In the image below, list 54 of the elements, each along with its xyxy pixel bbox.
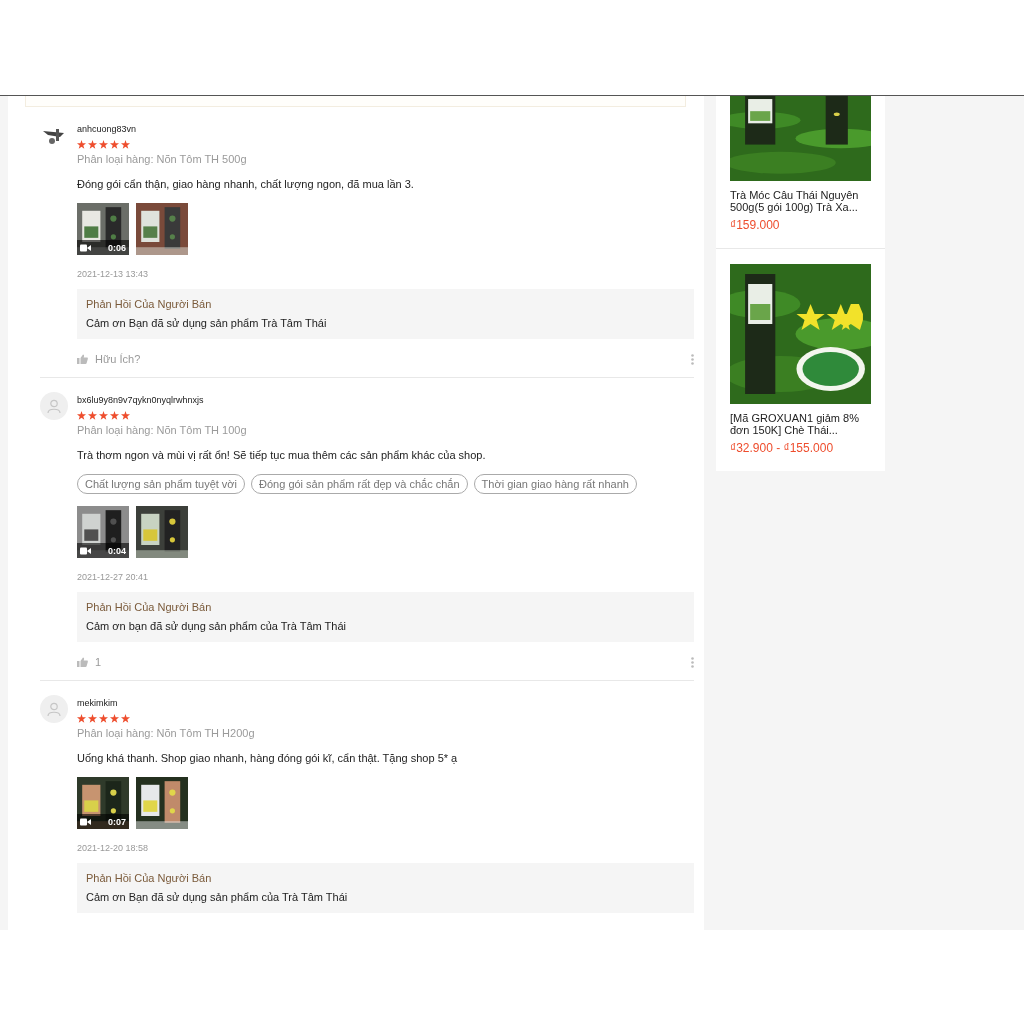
reply-title: Phản Hồi Của Người Bán (86, 298, 213, 310)
avatar-icon (40, 695, 68, 723)
product-title: [Mã GROXUAN1 giảm 8% đơn 150K] Chè Thái... (730, 412, 860, 436)
star-icon (99, 140, 108, 149)
review-tag: Chất lượng sản phẩm tuyệt vời (77, 474, 246, 494)
star-icon (110, 714, 119, 723)
star-icon (88, 714, 97, 723)
thumbs-up-icon (77, 657, 88, 667)
reply-text: Cảm ơn bạn đã sử dụng sản phẩm của Trà Tâm Thái (86, 620, 347, 632)
video-camera-icon (80, 817, 91, 826)
reply-title: Phản Hồi Của Người Bán (86, 872, 213, 884)
star-icon (77, 411, 86, 420)
product-price: ₫159.000 (730, 218, 781, 232)
review-text: Trà thơm ngon và mùi vị rất ổn! Sẽ tiếp tục mua thêm các sản phẩm khác của shop. (77, 449, 487, 462)
more-icon[interactable] (691, 656, 694, 668)
product-title: Trà Móc Câu Thái Nguyên 500g(5 gói 100g) Trà Xa... (730, 189, 860, 213)
star-icon (88, 140, 97, 149)
reply-title: Phản Hồi Của Người Bán (86, 601, 213, 613)
review-tag: Đóng gói sản phẩm rất đẹp và chắc chắn (251, 474, 468, 494)
variation-label: Phân loại hàng: Nõn Tôm TH 500g (77, 153, 248, 166)
video-duration: 0:04 (108, 545, 126, 556)
star-icon (88, 411, 97, 420)
username: anhcuong83vn (77, 123, 138, 135)
review-tag: Thời gian giao hàng rất nhanh (473, 474, 637, 494)
star-icon (77, 140, 86, 149)
review-text: Uống khá thanh. Shop giao nhanh, hàng đóng gói kĩ, cẩn thật. Tặng shop 5* ạ (77, 752, 459, 765)
thumbs-up-icon (77, 354, 88, 364)
star-icon (110, 411, 119, 420)
video-duration: 0:06 (108, 242, 126, 253)
username: bx6lu9y8n9v7qykn0nyqlrwhnxjs (77, 394, 205, 406)
more-icon[interactable] (691, 353, 694, 365)
star-icon (77, 714, 86, 723)
star-icon (110, 140, 119, 149)
review-date: 2021-12-20 18:58 (77, 843, 150, 853)
reply-text: Cảm ơn Bạn đã sử dụng sản phẩm Trà Tâm Thái (86, 317, 328, 329)
avatar-icon (40, 392, 68, 420)
review-text: Đóng gói cẩn thận, giao hàng nhanh, chất lượng ngon, đã mua lần 3. (77, 178, 415, 191)
star-icon (121, 140, 130, 149)
reply-text: Cảm ơn Bạn đã sử dụng sản phẩm của Trà Tâm Thái (86, 891, 349, 903)
variation-label: Phân loại hàng: Nõn Tôm TH 100g (77, 424, 248, 437)
product-card[interactable]: [Mã GROXUAN1 giảm 8% đơn 150K] Chè Thái... ₫32.900 - ₫155.000 (716, 249, 885, 471)
review-date: 2021-12-27 20:41 (77, 572, 150, 582)
product-card[interactable]: Trà Móc Câu Thái Nguyên 500g(5 gói 100g) Trà Xa... ₫159.000 (716, 96, 885, 248)
star-icon (99, 411, 108, 420)
star-icon (99, 714, 108, 723)
video-duration: 0:07 (108, 816, 126, 827)
review-date: 2021-12-13 13:43 (77, 269, 150, 279)
video-camera-icon (80, 243, 91, 252)
variation-label: Phân loại hàng: Nõn Tôm TH H200g (77, 727, 256, 740)
video-camera-icon (80, 546, 91, 555)
star-icon (121, 714, 130, 723)
username: mekimkim (77, 697, 119, 709)
product-price: ₫32.900 - ₫155.000 (730, 441, 835, 455)
star-icon (121, 411, 130, 420)
